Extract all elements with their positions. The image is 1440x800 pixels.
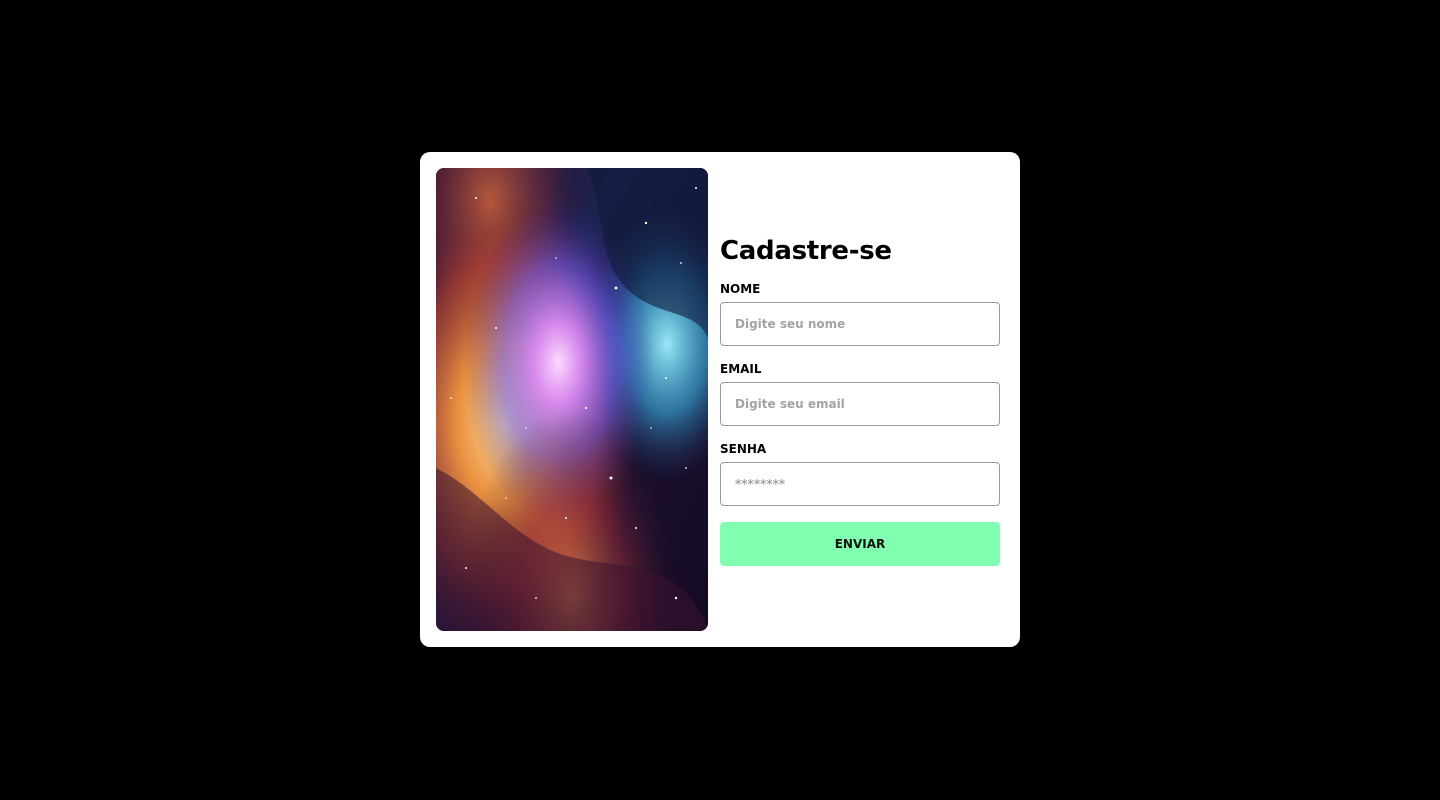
nebula-image <box>436 168 708 631</box>
nebula-illustration <box>436 168 708 631</box>
form-title: Cadastre-se <box>720 236 892 266</box>
submit-button[interactable]: ENVIAR <box>720 522 1000 566</box>
password-label: SENHA <box>720 442 767 456</box>
name-label: NOME <box>720 282 761 296</box>
signup-form: Cadastre-se NOME EMAIL SENHA ENVIAR <box>720 236 1000 566</box>
password-input[interactable] <box>720 462 1000 506</box>
signup-card: Cadastre-se NOME EMAIL SENHA ENVIAR <box>420 152 1020 647</box>
name-input[interactable] <box>720 302 1000 346</box>
email-label: EMAIL <box>720 362 762 376</box>
email-input[interactable] <box>720 382 1000 426</box>
